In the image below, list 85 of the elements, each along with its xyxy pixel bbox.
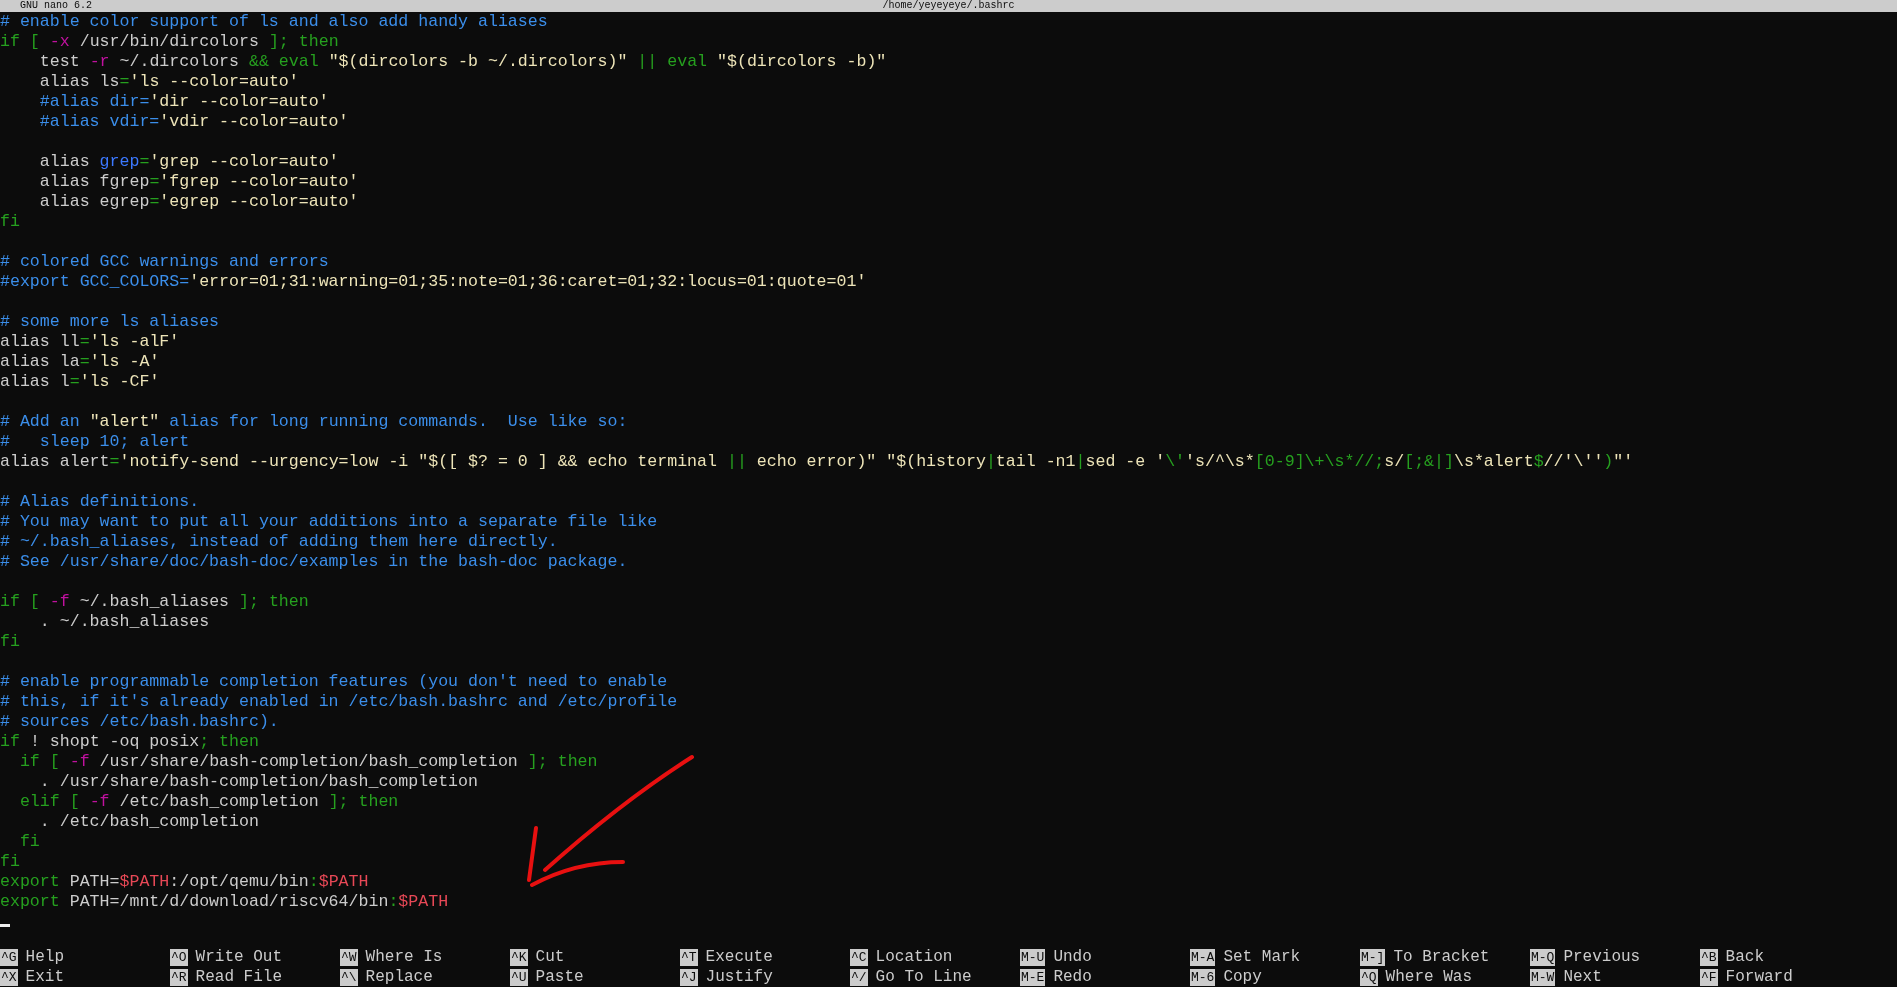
shortcut-label: Set Mark	[1223, 947, 1301, 967]
shortcut-key: ^T	[680, 948, 698, 966]
shortcut-key: ^X	[0, 968, 18, 986]
shortcut-key: ^/	[850, 968, 868, 986]
code-line: . ~/.bash_aliases	[38, 612, 210, 632]
code-line: export PATH=$PATH:/opt/qemu/bin:$PATH	[0, 872, 369, 892]
shortcut-key: ^J	[680, 968, 698, 986]
shortcut-label: Read File	[195, 967, 283, 987]
shortcut-key: M-A	[1190, 948, 1216, 966]
shortcut-key: ^\	[340, 968, 358, 986]
code-line: # enable programmable completion features (you don't need to enable	[0, 672, 668, 692]
text-cursor	[0, 924, 10, 927]
code-line: #export GCC_COLORS='error=01;31:warning=01;35:note=01;36:caret=01;32:locus=01:quote=01'	[0, 272, 867, 292]
shortcut-label: Next	[1563, 967, 1602, 987]
code-line: #alias dir='dir --color=auto'	[38, 92, 329, 112]
app-version: GNU nano 6.2	[19, 0, 92, 12]
code-line: # Alias definitions.	[0, 492, 200, 512]
shortcut-label: Execute	[705, 947, 773, 967]
code-line: alias ls='ls --color=auto'	[38, 72, 299, 92]
shortcut-key: ^K	[510, 948, 528, 966]
code-line: alias grep='grep --color=auto'	[38, 152, 339, 172]
code-line: . /etc/bash_completion	[38, 812, 259, 832]
shortcut-key: ^Q	[1360, 968, 1378, 986]
code-line: elif [ -f /etc/bash_completion ]; then	[18, 792, 399, 812]
code-line: alias alert='notify-send --urgency=low -i "$([ $? = 0 ] && echo terminal || echo error)" "$(history|tail -n1|sed -e '\''s/^\s*[0-9]\+\s*//;s/[;&|]\s*alert$//'\'')"'	[0, 452, 1634, 472]
shortcut-key: ^B	[1700, 948, 1718, 966]
shortcut-label: Go To Line	[875, 967, 972, 987]
shortcut-label: Replace	[365, 967, 433, 987]
shortcut-label: Forward	[1725, 967, 1793, 987]
shortcut-key: M-6	[1190, 968, 1216, 986]
shortcut-key: M-U	[1020, 948, 1046, 966]
code-line: fi	[0, 212, 20, 232]
code-line: fi	[0, 852, 20, 872]
shortcut-label: Copy	[1223, 967, 1262, 987]
shortcut-label: Redo	[1053, 967, 1092, 987]
code-line: # sources /etc/bash.bashrc).	[0, 712, 279, 732]
shortcut-key: M-Q	[1530, 948, 1556, 966]
shortcut-key: ^W	[340, 948, 358, 966]
code-line: # Add an "alert" alias for long running commands. Use like so:	[0, 412, 628, 432]
code-line: # enable color support of ls and also add handy aliases	[0, 12, 548, 32]
code-line: alias ll='ls -alF'	[0, 332, 180, 352]
shortcut-label: Where Is	[365, 947, 443, 967]
code-line: if [ -f /usr/share/bash-completion/bash_completion ]; then	[18, 752, 598, 772]
code-line: if [ -f ~/.bash_aliases ]; then	[0, 592, 309, 612]
code-line: alias l='ls -CF'	[0, 372, 160, 392]
shortcut-label: Cut	[535, 947, 565, 967]
code-line: if ! shopt -oq posix; then	[0, 732, 259, 752]
code-line: #alias vdir='vdir --color=auto'	[38, 112, 349, 132]
shortcut-key: ^U	[510, 968, 528, 986]
file-path: /home/yeyeyeye/.bashrc	[882, 0, 1015, 12]
shortcut-key: M-E	[1020, 968, 1046, 986]
shortcut-label: Write Out	[195, 947, 283, 967]
code-line: fi	[0, 632, 20, 652]
code-line: alias egrep='egrep --color=auto'	[38, 192, 359, 212]
code-line: test -r ~/.dircolors && eval "$(dircolors -b ~/.dircolors)" || eval "$(dircolors -b)"	[38, 52, 887, 72]
shortcut-key: ^F	[1700, 968, 1718, 986]
code-line: # See /usr/share/doc/bash-doc/examples in the bash-doc package.	[0, 552, 628, 572]
code-line: # sleep 10; alert	[0, 432, 190, 452]
code-line: alias fgrep='fgrep --color=auto'	[38, 172, 359, 192]
code-line: # ~/.bash_aliases, instead of adding them here directly.	[0, 532, 558, 552]
code-line: if [ -x /usr/bin/dircolors ]; then	[0, 32, 339, 52]
shortcut-key: ^C	[850, 948, 868, 966]
shortcut-key: ^O	[170, 948, 188, 966]
code-line: . /usr/share/bash-completion/bash_completion	[38, 772, 478, 792]
shortcut-label: Back	[1725, 947, 1764, 967]
shortcut-label: Undo	[1053, 947, 1092, 967]
code-line: fi	[18, 832, 40, 852]
shortcut-label: Help	[25, 947, 64, 967]
code-line: # this, if it's already enabled in /etc/bash.bashrc and /etc/profile	[0, 692, 678, 712]
shortcut-label: Paste	[535, 967, 584, 987]
code-line: # You may want to put all your additions into a separate file like	[0, 512, 658, 532]
shortcut-label: Justify	[705, 967, 773, 987]
shortcut-label: Where Was	[1385, 967, 1473, 987]
shortcut-label: Location	[875, 947, 953, 967]
shortcut-key: ^G	[0, 948, 18, 966]
shortcut-key: M-W	[1530, 968, 1556, 986]
code-line: # some more ls aliases	[0, 312, 220, 332]
code-line: export PATH=/mnt/d/download/riscv64/bin:$PATH	[0, 892, 449, 912]
shortcut-label: Previous	[1563, 947, 1641, 967]
shortcut-key: ^R	[170, 968, 188, 986]
code-line: # colored GCC warnings and errors	[0, 252, 329, 272]
code-line: alias la='ls -A'	[0, 352, 160, 372]
shortcut-label: Exit	[25, 967, 64, 987]
shortcut-key: M-]	[1360, 948, 1386, 966]
shortcut-label: To Bracket	[1393, 947, 1490, 967]
